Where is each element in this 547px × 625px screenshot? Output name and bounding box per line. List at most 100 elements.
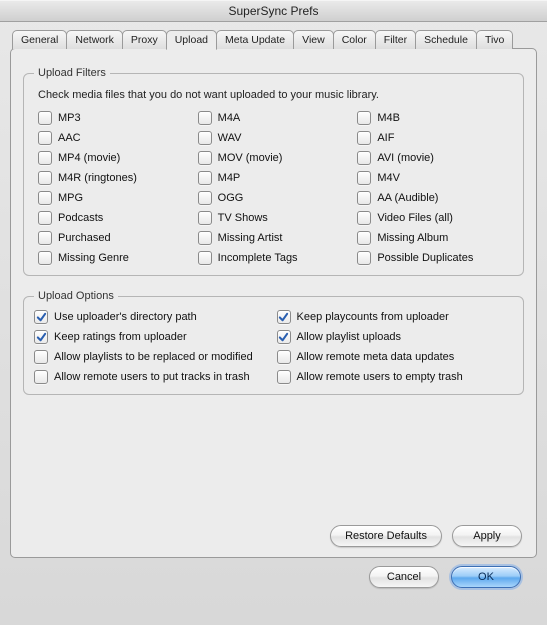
filter-checkbox[interactable]: OGG [198, 191, 354, 205]
checkbox-icon [198, 211, 212, 225]
checkbox-icon [198, 111, 212, 125]
filter-checkbox[interactable]: AAC [38, 131, 194, 145]
upload-filters-hint: Check media files that you do not want u… [38, 89, 513, 101]
filter-checkbox[interactable]: TV Shows [198, 211, 354, 225]
checkbox-label: Allow remote users to empty trash [297, 371, 463, 383]
filter-checkbox[interactable]: WAV [198, 131, 354, 145]
restore-defaults-button[interactable]: Restore Defaults [330, 525, 442, 547]
checkbox-label: M4A [218, 112, 241, 124]
checkbox-label: MPG [58, 192, 83, 204]
checkbox-label: M4V [377, 172, 400, 184]
checkbox-label: WAV [218, 132, 242, 144]
checkbox-label: Allow playlist uploads [297, 331, 402, 343]
checkbox-label: Missing Album [377, 232, 448, 244]
tab-schedule[interactable]: Schedule [415, 30, 477, 49]
checkbox-icon [357, 191, 371, 205]
checkbox-label: AA (Audible) [377, 192, 438, 204]
option-checkbox[interactable]: Keep playcounts from uploader [277, 310, 514, 324]
checkbox-icon [38, 251, 52, 265]
filter-checkbox[interactable]: MPG [38, 191, 194, 205]
upload-options-group: Upload Options Use uploader's directory … [23, 290, 524, 395]
checkbox-icon [34, 310, 48, 324]
filter-checkbox[interactable]: Incomplete Tags [198, 251, 354, 265]
checkbox-label: Podcasts [58, 212, 103, 224]
option-checkbox[interactable]: Allow remote users to empty trash [277, 370, 514, 384]
filter-checkbox[interactable]: Podcasts [38, 211, 194, 225]
option-checkbox[interactable]: Allow remote users to put tracks in tras… [34, 370, 271, 384]
tab-filter[interactable]: Filter [375, 30, 416, 49]
tab-color[interactable]: Color [333, 30, 376, 49]
filter-checkbox[interactable]: Possible Duplicates [357, 251, 513, 265]
checkbox-label: Keep ratings from uploader [54, 331, 187, 343]
tab-bar: GeneralNetworkProxyUploadMeta UpdateView… [10, 30, 537, 49]
checkbox-icon [357, 231, 371, 245]
checkbox-label: MOV (movie) [218, 152, 283, 164]
tab-general[interactable]: General [12, 30, 67, 49]
checkbox-label: TV Shows [218, 212, 268, 224]
filter-checkbox[interactable]: Missing Genre [38, 251, 194, 265]
checkbox-label: OGG [218, 192, 244, 204]
checkbox-icon [198, 171, 212, 185]
filter-checkbox[interactable]: Missing Album [357, 231, 513, 245]
checkbox-icon [357, 151, 371, 165]
filter-checkbox[interactable]: M4R (ringtones) [38, 171, 194, 185]
filter-checkbox[interactable]: M4A [198, 111, 354, 125]
filter-checkbox[interactable]: Purchased [38, 231, 194, 245]
checkbox-icon [277, 310, 291, 324]
checkbox-icon [38, 231, 52, 245]
ok-button[interactable]: OK [451, 566, 521, 588]
checkbox-label: MP3 [58, 112, 81, 124]
option-checkbox[interactable]: Keep ratings from uploader [34, 330, 271, 344]
filter-checkbox[interactable]: MOV (movie) [198, 151, 354, 165]
checkbox-icon [34, 330, 48, 344]
filter-checkbox[interactable]: AIF [357, 131, 513, 145]
checkbox-icon [38, 111, 52, 125]
filter-checkbox[interactable]: AVI (movie) [357, 151, 513, 165]
option-checkbox[interactable]: Use uploader's directory path [34, 310, 271, 324]
filter-checkbox[interactable]: M4P [198, 171, 354, 185]
checkbox-icon [38, 151, 52, 165]
tab-proxy[interactable]: Proxy [122, 30, 167, 49]
filter-checkbox[interactable]: Video Files (all) [357, 211, 513, 225]
option-checkbox[interactable]: Allow playlists to be replaced or modifi… [34, 350, 271, 364]
tab-panel-upload: Upload Filters Check media files that yo… [10, 48, 537, 558]
filter-checkbox[interactable]: MP4 (movie) [38, 151, 194, 165]
filter-checkbox[interactable]: AA (Audible) [357, 191, 513, 205]
checkbox-label: AAC [58, 132, 81, 144]
checkbox-label: M4P [218, 172, 241, 184]
tab-meta-update[interactable]: Meta Update [216, 30, 294, 49]
checkbox-label: M4R (ringtones) [58, 172, 137, 184]
checkbox-icon [198, 191, 212, 205]
tab-view[interactable]: View [293, 30, 334, 49]
checkbox-icon [277, 330, 291, 344]
checkbox-label: Allow playlists to be replaced or modifi… [54, 351, 253, 363]
checkbox-icon [198, 251, 212, 265]
apply-button[interactable]: Apply [452, 525, 522, 547]
checkbox-label: Incomplete Tags [218, 252, 298, 264]
window-titlebar: SuperSync Prefs [0, 0, 547, 22]
tab-tivo[interactable]: Tivo [476, 30, 513, 49]
checkbox-icon [38, 211, 52, 225]
checkbox-icon [357, 251, 371, 265]
checkbox-icon [34, 350, 48, 364]
window-title: SuperSync Prefs [228, 4, 318, 18]
checkbox-icon [34, 370, 48, 384]
option-checkbox[interactable]: Allow playlist uploads [277, 330, 514, 344]
checkbox-label: Video Files (all) [377, 212, 453, 224]
filter-checkbox[interactable]: M4V [357, 171, 513, 185]
cancel-button[interactable]: Cancel [369, 566, 439, 588]
checkbox-label: M4B [377, 112, 400, 124]
tab-upload[interactable]: Upload [166, 30, 217, 50]
checkbox-icon [38, 171, 52, 185]
checkbox-icon [198, 231, 212, 245]
option-checkbox[interactable]: Allow remote meta data updates [277, 350, 514, 364]
checkbox-label: Use uploader's directory path [54, 311, 197, 323]
checkbox-label: Keep playcounts from uploader [297, 311, 449, 323]
filter-checkbox[interactable]: M4B [357, 111, 513, 125]
filter-checkbox[interactable]: Missing Artist [198, 231, 354, 245]
filter-checkbox[interactable]: MP3 [38, 111, 194, 125]
upload-filters-legend: Upload Filters [34, 67, 110, 79]
tab-network[interactable]: Network [66, 30, 123, 49]
checkbox-label: AIF [377, 132, 394, 144]
checkbox-label: Missing Artist [218, 232, 283, 244]
